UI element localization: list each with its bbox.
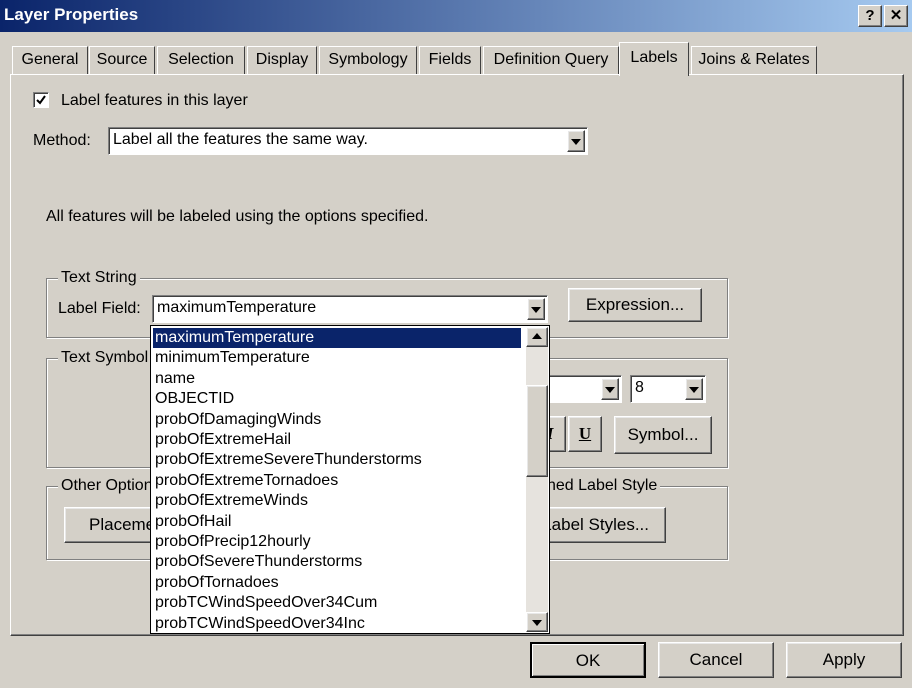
tab-selection[interactable]: Selection bbox=[157, 46, 245, 74]
dropdown-item[interactable]: probOfExtremeHail bbox=[155, 430, 291, 450]
scroll-thumb[interactable] bbox=[526, 385, 548, 477]
symbol-button[interactable]: Symbol... bbox=[614, 416, 712, 454]
other-options-legend: Other Option bbox=[58, 477, 156, 495]
predefined-label-style-legend: ned Label Style bbox=[544, 477, 661, 495]
chevron-up-icon bbox=[532, 333, 542, 339]
cancel-button[interactable]: Cancel bbox=[658, 642, 774, 678]
tab-labels[interactable]: Labels bbox=[619, 42, 689, 76]
window-title: Layer Properties bbox=[4, 5, 139, 24]
dropdown-item[interactable]: OBJECTID bbox=[155, 389, 234, 409]
dropdown-item[interactable]: probOfDamagingWinds bbox=[155, 410, 321, 430]
method-label: Method: bbox=[33, 132, 91, 149]
help-button[interactable]: ? bbox=[858, 5, 882, 27]
checkmark-icon bbox=[36, 95, 46, 105]
chevron-down-icon bbox=[571, 139, 581, 145]
dropdown-item[interactable]: probOfExtremeSevereThunderstorms bbox=[155, 450, 422, 470]
tab-display[interactable]: Display bbox=[247, 46, 317, 74]
description-text: All features will be labeled using the o… bbox=[46, 208, 429, 225]
title-bar: Layer Properties ? ✕ bbox=[0, 0, 912, 32]
dropdown-item[interactable]: probOfTornadoes bbox=[155, 573, 279, 593]
label-field-select[interactable]: maximumTemperature bbox=[152, 295, 548, 323]
dropdown-item[interactable]: maximumTemperature bbox=[153, 328, 521, 348]
expression-button[interactable]: Expression... bbox=[568, 288, 702, 322]
font-dropdown-button[interactable] bbox=[601, 378, 619, 400]
dropdown-item[interactable]: probTCWindSpeedOver34Cum bbox=[155, 593, 377, 613]
tab-joins-relates[interactable]: Joins & Relates bbox=[691, 46, 817, 74]
chevron-down-icon bbox=[605, 387, 615, 393]
scroll-down-button[interactable] bbox=[526, 612, 548, 632]
dropdown-scrollbar[interactable] bbox=[526, 327, 548, 632]
chevron-down-icon bbox=[532, 620, 542, 626]
scroll-up-button[interactable] bbox=[526, 327, 548, 347]
method-select[interactable]: Label all the features the same way. bbox=[108, 127, 588, 155]
dropdown-item[interactable]: probTCWindSpeedOver34Inc bbox=[155, 614, 365, 634]
label-field-dropdown-button[interactable] bbox=[527, 298, 545, 320]
close-icon: ✕ bbox=[889, 7, 903, 24]
ok-button[interactable]: OK bbox=[530, 642, 646, 678]
font-size-dropdown-button[interactable] bbox=[685, 378, 703, 400]
dropdown-item[interactable]: probOfPrecip12hourly bbox=[155, 532, 311, 552]
method-value: Label all the features the same way. bbox=[113, 131, 368, 148]
tab-symbology[interactable]: Symbology bbox=[319, 46, 417, 74]
close-button[interactable]: ✕ bbox=[884, 5, 908, 27]
dropdown-item[interactable]: name bbox=[155, 369, 195, 389]
tab-source[interactable]: Source bbox=[89, 46, 155, 74]
chevron-down-icon bbox=[689, 387, 699, 393]
label-field-dropdown-list[interactable]: maximumTemperature minimumTemperature name… bbox=[150, 325, 550, 634]
font-size-value: 8 bbox=[635, 379, 644, 396]
chevron-down-icon bbox=[531, 307, 541, 313]
tab-fields[interactable]: Fields bbox=[419, 46, 481, 74]
tab-general[interactable]: General bbox=[12, 46, 88, 74]
method-dropdown-button[interactable] bbox=[567, 130, 585, 152]
dropdown-item[interactable]: probOfExtremeTornadoes bbox=[155, 471, 338, 491]
text-symbol-legend: Text Symbol bbox=[58, 349, 152, 367]
text-string-legend: Text String bbox=[58, 269, 140, 287]
dropdown-item[interactable]: probOfHail bbox=[155, 512, 231, 532]
apply-button[interactable]: Apply bbox=[786, 642, 902, 678]
font-size-select[interactable]: 8 bbox=[630, 375, 706, 403]
label-field-label: Label Field: bbox=[58, 300, 141, 317]
label-field-value: maximumTemperature bbox=[157, 299, 317, 316]
label-features-label: Label features in this layer bbox=[61, 92, 248, 109]
label-features-checkbox[interactable] bbox=[33, 92, 49, 108]
dropdown-item[interactable]: minimumTemperature bbox=[155, 348, 310, 368]
dropdown-item[interactable]: probOfExtremeWinds bbox=[155, 491, 308, 511]
tab-definition-query[interactable]: Definition Query bbox=[483, 46, 619, 74]
underline-button[interactable]: U bbox=[568, 416, 602, 452]
dropdown-item[interactable]: probOfSevereThunderstorms bbox=[155, 552, 362, 572]
